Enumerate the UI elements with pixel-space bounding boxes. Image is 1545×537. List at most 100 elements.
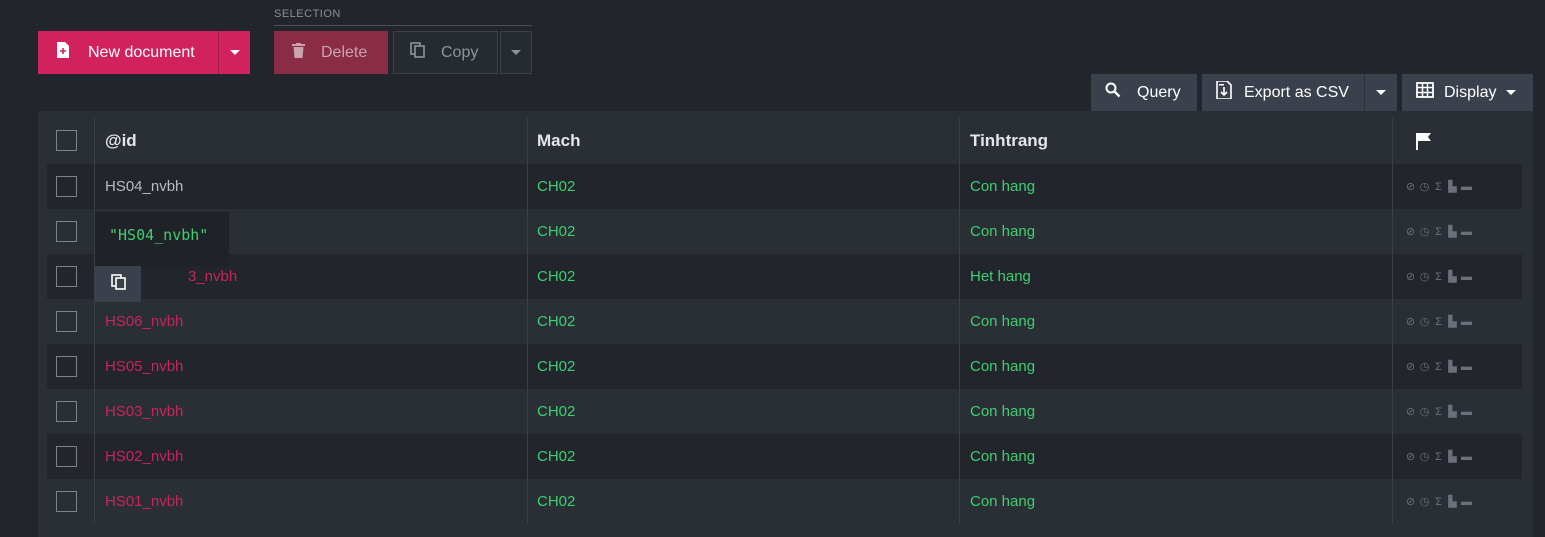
column-divider [1392, 118, 1393, 523]
cell-id[interactable]: HS01_nvbh [105, 479, 183, 524]
cell-id[interactable]: HS03_nvbh [105, 389, 183, 434]
sigma-icon[interactable]: Σ [1433, 361, 1444, 373]
history-icon[interactable]: ◷ [1419, 450, 1430, 463]
history-icon[interactable]: ◷ [1419, 225, 1430, 238]
row-checkbox[interactable] [56, 446, 77, 467]
file-icon[interactable]: ▙ [1447, 450, 1458, 463]
row-checkbox[interactable] [56, 311, 77, 332]
cell-id[interactable]: HS04_nvbh [105, 164, 183, 209]
table-row[interactable]: HS04_nvbh CH02 Con hang ⊘ ◷ Σ ▙ ▬ [47, 164, 1522, 209]
sigma-icon[interactable]: Σ [1433, 181, 1444, 193]
row-checkbox[interactable] [56, 221, 77, 242]
row-checkbox[interactable] [56, 401, 77, 422]
query-button[interactable]: Query [1091, 74, 1197, 111]
cell-id[interactable]: HS06_nvbh [105, 299, 183, 344]
sigma-icon[interactable]: Σ [1433, 316, 1444, 328]
display-button[interactable]: Display [1402, 74, 1533, 111]
archive-icon[interactable]: ▬ [1461, 406, 1472, 418]
attachment-icon[interactable]: ⊘ [1405, 225, 1416, 238]
archive-icon[interactable]: ▬ [1461, 271, 1472, 283]
archive-icon[interactable]: ▬ [1461, 451, 1472, 463]
file-icon[interactable]: ▙ [1447, 315, 1458, 328]
row-checkbox[interactable] [56, 176, 77, 197]
cell-tinhtrang[interactable]: Con hang [970, 479, 1035, 524]
file-icon[interactable]: ▙ [1447, 495, 1458, 508]
row-checkbox[interactable] [56, 356, 77, 377]
cell-id[interactable]: HS05_nvbh [105, 344, 183, 389]
cell-tinhtrang[interactable]: Con hang [970, 299, 1035, 344]
archive-icon[interactable]: ▬ [1461, 361, 1472, 373]
file-icon[interactable]: ▙ [1447, 405, 1458, 418]
archive-icon[interactable]: ▬ [1461, 181, 1472, 193]
table-row[interactable]: HS01_nvbh CH02 Con hang ⊘ ◷ Σ ▙ ▬ [47, 479, 1522, 524]
sigma-icon[interactable]: Σ [1433, 406, 1444, 418]
column-header-tinhtrang[interactable]: Tinhtrang [970, 118, 1048, 164]
column-divider [527, 118, 528, 523]
history-icon[interactable]: ◷ [1419, 495, 1430, 508]
cell-tinhtrang[interactable]: Con hang [970, 434, 1035, 479]
row-actions: ⊘ ◷ Σ ▙ ▬ [1405, 389, 1472, 434]
attachment-icon[interactable]: ⊘ [1405, 405, 1416, 418]
file-icon[interactable]: ▙ [1447, 360, 1458, 373]
cell-mach[interactable]: CH02 [537, 254, 575, 299]
archive-icon[interactable]: ▬ [1461, 316, 1472, 328]
copy-button[interactable]: Copy [393, 31, 498, 74]
row-actions: ⊘ ◷ Σ ▙ ▬ [1405, 209, 1472, 254]
archive-icon[interactable]: ▬ [1461, 496, 1472, 508]
row-checkbox[interactable] [56, 491, 77, 512]
new-document-dropdown-button[interactable] [218, 31, 250, 74]
chevron-down-icon [1506, 90, 1517, 95]
table-row[interactable]: HS06_nvbh CH02 Con hang ⊘ ◷ Σ ▙ ▬ [47, 299, 1522, 344]
table-row[interactable]: HS05_nvbh CH02 Con hang ⊘ ◷ Σ ▙ ▬ [47, 344, 1522, 389]
cell-tinhtrang[interactable]: Het hang [970, 254, 1031, 299]
history-icon[interactable]: ◷ [1419, 270, 1430, 283]
copy-dropdown-button[interactable] [500, 31, 532, 74]
column-header-id[interactable]: @id [105, 118, 137, 164]
row-checkbox[interactable] [56, 266, 77, 287]
select-all-checkbox[interactable] [56, 130, 77, 151]
history-icon[interactable]: ◷ [1419, 405, 1430, 418]
cell-mach[interactable]: CH02 [537, 479, 575, 524]
copy-to-clipboard-button[interactable] [95, 266, 141, 302]
cell-id[interactable]: HS02_nvbh [105, 434, 183, 479]
row-actions: ⊘ ◷ Σ ▙ ▬ [1405, 434, 1472, 479]
cell-mach[interactable]: CH02 [537, 389, 575, 434]
cell-mach[interactable]: CH02 [537, 434, 575, 479]
archive-icon[interactable]: ▬ [1461, 226, 1472, 238]
delete-label: Delete [321, 43, 368, 61]
sigma-icon[interactable]: Σ [1433, 226, 1444, 238]
history-icon[interactable]: ◷ [1419, 180, 1430, 193]
table-row[interactable]: 3_nvbh CH02 Het hang ⊘ ◷ Σ ▙ ▬ [47, 254, 1522, 299]
sigma-icon[interactable]: Σ [1433, 496, 1444, 508]
new-document-button[interactable]: New document [38, 31, 218, 74]
cell-tinhtrang[interactable]: Con hang [970, 209, 1035, 254]
attachment-icon[interactable]: ⊘ [1405, 495, 1416, 508]
attachment-icon[interactable]: ⊘ [1405, 315, 1416, 328]
cell-mach[interactable]: CH02 [537, 164, 575, 209]
table-row[interactable]: HS03_nvbh CH02 Con hang ⊘ ◷ Σ ▙ ▬ [47, 389, 1522, 434]
attachment-icon[interactable]: ⊘ [1405, 180, 1416, 193]
cell-mach[interactable]: CH02 [537, 299, 575, 344]
delete-button[interactable]: Delete [274, 31, 388, 74]
history-icon[interactable]: ◷ [1419, 360, 1430, 373]
cell-mach[interactable]: CH02 [537, 344, 575, 389]
sigma-icon[interactable]: Σ [1433, 451, 1444, 463]
file-icon[interactable]: ▙ [1447, 180, 1458, 193]
export-csv-button[interactable]: Export as CSV [1202, 74, 1364, 111]
cell-mach[interactable]: CH02 [537, 209, 575, 254]
attachment-icon[interactable]: ⊘ [1405, 270, 1416, 283]
sigma-icon[interactable]: Σ [1433, 271, 1444, 283]
cell-tinhtrang[interactable]: Con hang [970, 344, 1035, 389]
table-row[interactable]: HS02_nvbh CH02 Con hang ⊘ ◷ Σ ▙ ▬ [47, 434, 1522, 479]
attachment-icon[interactable]: ⊘ [1405, 360, 1416, 373]
attachment-icon[interactable]: ⊘ [1405, 450, 1416, 463]
export-dropdown-button[interactable] [1364, 74, 1397, 111]
column-header-mach[interactable]: Mach [537, 118, 580, 164]
cell-tinhtrang[interactable]: Con hang [970, 164, 1035, 209]
cell-tinhtrang[interactable]: Con hang [970, 389, 1035, 434]
row-actions: ⊘ ◷ Σ ▙ ▬ [1405, 254, 1472, 299]
file-icon[interactable]: ▙ [1447, 225, 1458, 238]
history-icon[interactable]: ◷ [1419, 315, 1430, 328]
file-icon[interactable]: ▙ [1447, 270, 1458, 283]
table-row[interactable]: CH02 Con hang ⊘ ◷ Σ ▙ ▬ [47, 209, 1522, 254]
